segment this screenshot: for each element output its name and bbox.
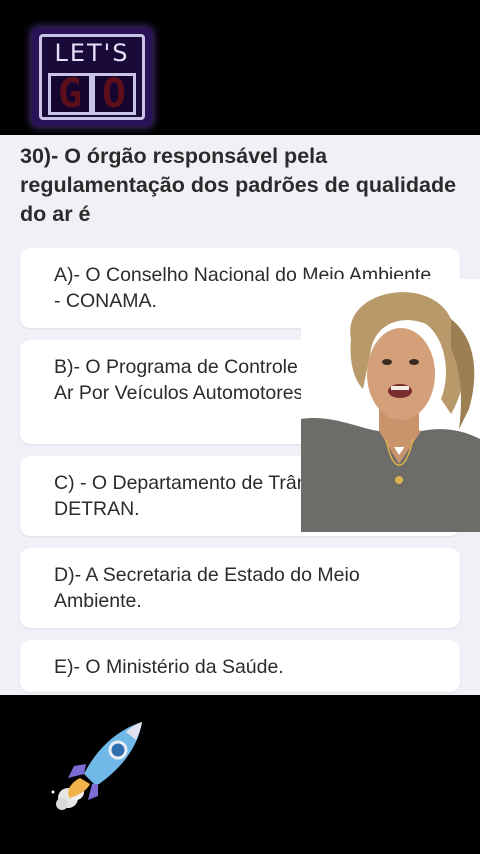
- answer-option-e[interactable]: E)- O Ministério da Saúde.: [20, 640, 460, 692]
- answer-option-d-label: D)- A Secretaria de Estado do Meio Ambie…: [54, 564, 360, 612]
- presenter-figure: [301, 279, 480, 532]
- answer-option-d[interactable]: D)- A Secretaria de Estado do Meio Ambie…: [20, 548, 460, 628]
- logo-letter-g: G: [48, 71, 92, 117]
- logo-text-lets: LET'S: [54, 39, 130, 67]
- question-text: 30)- O órgão responsável pela regulament…: [20, 144, 457, 226]
- lets-go-logo: LET'S G O: [32, 28, 152, 126]
- logo-go-row: G O: [48, 71, 136, 117]
- answer-option-e-label: E)- O Ministério da Saúde.: [54, 656, 284, 678]
- rocket-emoji-icon: [46, 712, 156, 822]
- logo-letter-o: O: [92, 71, 136, 117]
- presenter-video-overlay: [301, 279, 480, 532]
- logo-frame: LET'S G O: [39, 34, 145, 120]
